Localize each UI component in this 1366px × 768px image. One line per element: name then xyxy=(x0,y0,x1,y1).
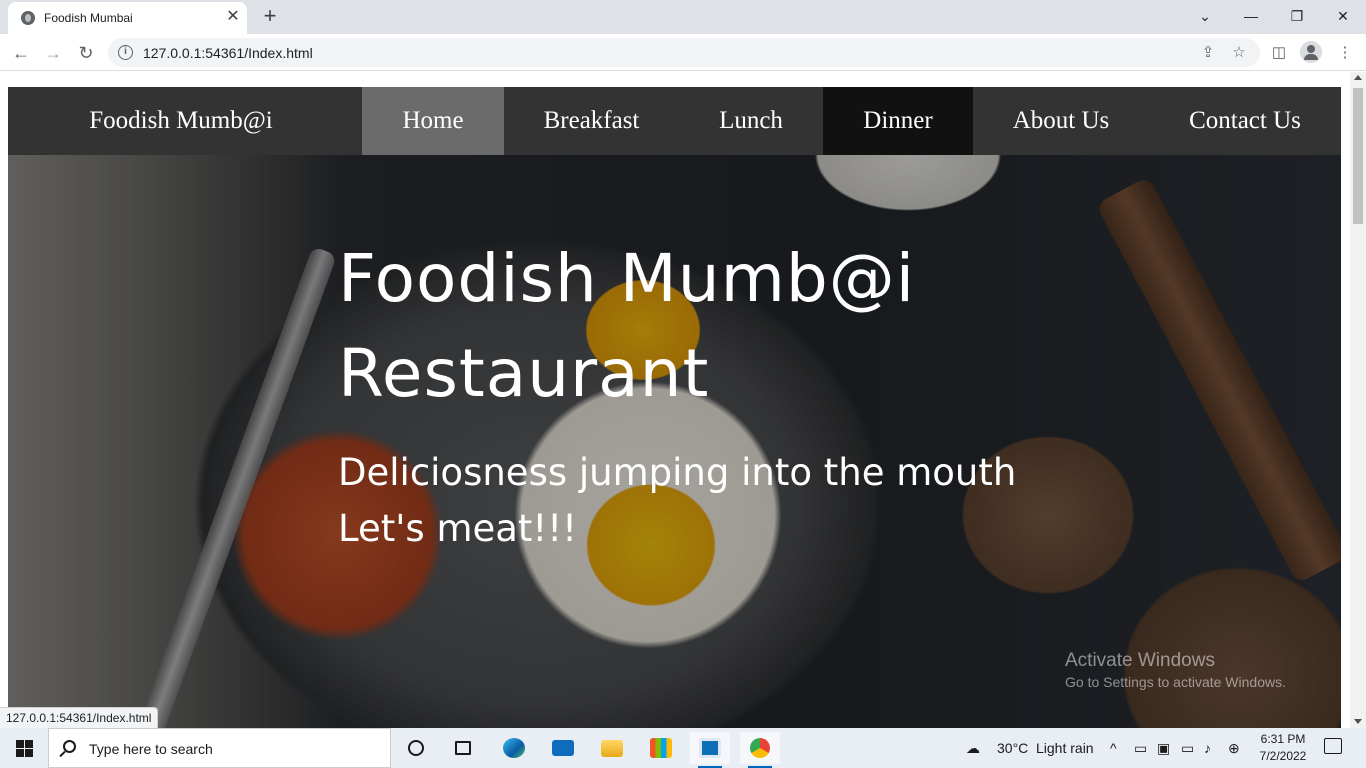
address-url: 127.0.0.1:54361/Index.html xyxy=(143,45,313,61)
scroll-down-arrow[interactable] xyxy=(1354,719,1362,724)
share-icon[interactable]: ⇪ xyxy=(1198,43,1218,63)
weather-temp[interactable]: 30°C xyxy=(997,728,1028,768)
website: Foodish Mumb@i Home Breakfast Lunch Dinn… xyxy=(8,87,1341,728)
globe-icon xyxy=(21,11,35,25)
nav-about-us[interactable]: About Us xyxy=(973,87,1149,155)
browser-tab-strip: Foodish Mumbai ✕ + ⌄ — ❐ ✕ xyxy=(0,0,1366,34)
status-bar-url: 127.0.0.1:54361/Index.html xyxy=(0,707,159,728)
site-brand[interactable]: Foodish Mumb@i xyxy=(8,87,354,155)
browser-toolbar: ← → ↻ i 127.0.0.1:54361/Index.html ⇪ ☆ ◫… xyxy=(0,34,1366,71)
scroll-up-arrow[interactable] xyxy=(1354,75,1362,80)
search-icon xyxy=(63,740,76,753)
tab-close-icon[interactable]: ✕ xyxy=(224,8,242,26)
page-scrollbar[interactable] xyxy=(1350,72,1366,728)
battery-icon[interactable]: ▭ xyxy=(1181,728,1194,768)
store-icon[interactable] xyxy=(641,732,681,764)
scrollbar-thumb[interactable] xyxy=(1353,88,1363,224)
address-bar[interactable]: i 127.0.0.1:54361/Index.html ⇪ ☆ xyxy=(108,38,1260,67)
task-view-icon[interactable] xyxy=(443,732,483,764)
hero-tagline-line2: Let's meat!!! xyxy=(338,507,577,550)
tab-search-icon[interactable]: ⌄ xyxy=(1191,4,1219,28)
camera-icon[interactable]: ▣ xyxy=(1157,728,1170,768)
windows-taskbar: Type here to search ☁ 30°C Light rain ^ … xyxy=(0,728,1366,768)
profile-avatar[interactable] xyxy=(1300,41,1322,63)
windows-logo-pane xyxy=(25,749,33,757)
restore-button[interactable]: ❐ xyxy=(1283,4,1311,28)
hero-banner: Foodish Mumb@i Restaurant Deliciosness j… xyxy=(8,155,1341,728)
mail-icon[interactable] xyxy=(543,732,583,764)
edge-icon[interactable] xyxy=(494,732,534,764)
cortana-icon[interactable] xyxy=(396,732,436,764)
back-button[interactable]: ← xyxy=(9,41,33,65)
windows-logo-pane xyxy=(25,740,33,748)
forward-button[interactable]: → xyxy=(41,41,65,65)
hero-title-line2: Restaurant xyxy=(338,335,710,412)
nav-home[interactable]: Home xyxy=(362,87,504,155)
vscode-tab-icon[interactable] xyxy=(690,732,730,768)
file-explorer-icon[interactable] xyxy=(592,732,632,764)
hero-title: Foodish Mumb@i Restaurant xyxy=(338,231,1038,421)
notifications-icon[interactable] xyxy=(1324,738,1342,754)
nav-contact-us[interactable]: Contact Us xyxy=(1149,87,1341,155)
windows-logo-icon xyxy=(16,740,24,748)
close-window-button[interactable]: ✕ xyxy=(1329,4,1357,28)
search-placeholder: Type here to search xyxy=(89,741,213,757)
browser-tab[interactable]: Foodish Mumbai ✕ xyxy=(8,2,247,34)
bookmark-star-icon[interactable]: ☆ xyxy=(1229,43,1249,63)
page-viewport: Foodish Mumb@i Home Breakfast Lunch Dinn… xyxy=(0,72,1350,728)
site-navbar: Foodish Mumb@i Home Breakfast Lunch Dinn… xyxy=(8,87,1341,155)
volume-icon[interactable]: ♪ xyxy=(1204,728,1211,768)
minimize-button[interactable]: — xyxy=(1237,4,1265,28)
nav-dinner[interactable]: Dinner xyxy=(823,87,973,155)
nav-breakfast[interactable]: Breakfast xyxy=(504,87,679,155)
start-button[interactable] xyxy=(0,728,48,768)
clock-time: 6:31 PM xyxy=(1260,732,1306,746)
tab-title: Foodish Mumbai xyxy=(44,11,133,25)
nav-lunch[interactable]: Lunch xyxy=(679,87,823,155)
side-panel-icon[interactable]: ◫ xyxy=(1267,41,1291,65)
network-globe-icon[interactable]: ⊕ xyxy=(1228,728,1240,768)
site-info-icon[interactable]: i xyxy=(118,45,133,60)
reload-button[interactable]: ↻ xyxy=(74,41,98,65)
hero-tagline-line1: Deliciosness jumping into the mouth xyxy=(338,451,1017,494)
menu-kebab-icon[interactable]: ⋮ xyxy=(1333,41,1357,65)
watermark-subtitle: Go to Settings to activate Windows. xyxy=(1065,674,1286,690)
chevron-up-icon[interactable]: ^ xyxy=(1110,728,1117,768)
windows-logo-pane xyxy=(16,749,24,757)
activate-windows-watermark: Activate Windows Go to Settings to activ… xyxy=(1065,650,1286,690)
new-tab-button[interactable]: + xyxy=(259,5,281,27)
weather-icon[interactable]: ☁ xyxy=(966,728,980,768)
taskbar-search[interactable]: Type here to search xyxy=(48,728,391,768)
clock-date: 7/2/2022 xyxy=(1259,749,1307,763)
hero-tagline: Deliciosness jumping into the mouth Let'… xyxy=(338,445,1138,557)
meet-now-icon[interactable]: ▭ xyxy=(1134,728,1147,768)
chrome-icon[interactable] xyxy=(740,732,780,768)
system-clock[interactable]: 6:31 PM 7/2/2022 xyxy=(1253,731,1313,765)
hero-title-line1: Foodish Mumb@i xyxy=(338,240,916,317)
watermark-title: Activate Windows xyxy=(1065,650,1215,671)
weather-desc[interactable]: Light rain xyxy=(1036,728,1094,768)
